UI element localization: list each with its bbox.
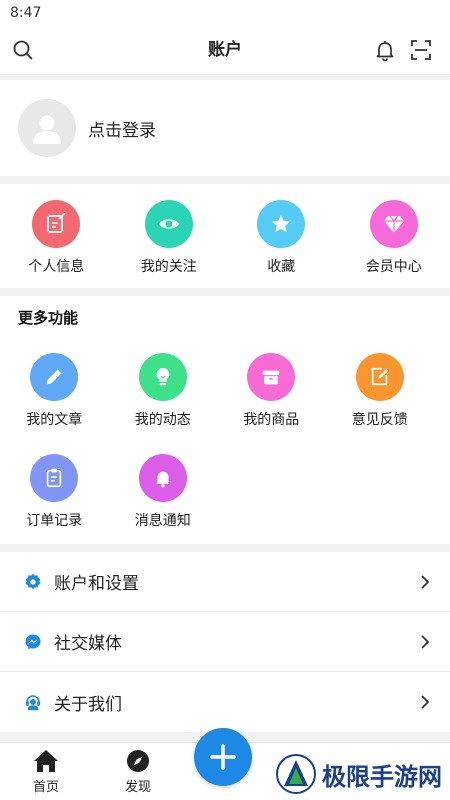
bulb-icon — [138, 353, 187, 401]
gear-icon — [25, 573, 41, 589]
messenger-icon — [25, 634, 41, 649]
more-grid: 我的文章 我的动态 我的商品 意见反馈 订单记录 消息通知 — [0, 353, 450, 555]
more-item-label: 消息通知 — [134, 513, 191, 529]
status-bar: 8:47 — [0, 0, 450, 26]
tab-discover[interactable]: 发现 — [92, 743, 184, 800]
quick-item-label: 收藏 — [267, 259, 296, 275]
more-item-feedback[interactable]: 意见反馈 — [326, 353, 435, 454]
diamond-icon — [369, 200, 418, 248]
quick-item-label: 会员中心 — [365, 259, 422, 275]
tab-label: 首页 — [32, 780, 59, 795]
quick-item-favorites[interactable]: 收藏 — [225, 200, 338, 288]
eye-icon — [144, 200, 193, 248]
more-item-label: 我的文章 — [26, 412, 83, 428]
chevron-right-icon — [421, 575, 430, 589]
tab-home[interactable]: 首页 — [0, 743, 92, 800]
menu-row-about-us[interactable]: 关于我们 — [0, 672, 450, 732]
box-icon — [247, 353, 296, 401]
user-icon — [33, 115, 61, 144]
watermark: 极限手游网 — [276, 754, 442, 794]
support-icon — [25, 695, 41, 711]
home-icon — [34, 750, 58, 772]
more-item-orders[interactable]: 订单记录 — [0, 454, 109, 555]
more-item-moments[interactable]: 我的动态 — [109, 353, 218, 454]
avatar[interactable] — [18, 99, 76, 157]
quick-item-profile[interactable]: 个人信息 — [0, 200, 113, 288]
tab-label: 发现 — [124, 780, 151, 795]
clipboard-icon — [30, 454, 79, 502]
settings-menu: 账户和设置 社交媒体 关于我们 — [0, 552, 450, 732]
quick-actions: 个人信息 我的关注 收藏 会员中心 — [0, 184, 450, 288]
top-bar: 账户 — [0, 26, 450, 74]
add-button[interactable] — [194, 728, 252, 786]
star-icon — [257, 200, 306, 248]
menu-row-account-settings[interactable]: 账户和设置 — [0, 552, 450, 612]
menu-label: 关于我们 — [54, 694, 122, 715]
login-label[interactable]: 点击登录 — [88, 116, 156, 141]
more-item-label: 我的商品 — [243, 412, 300, 428]
bell-icon[interactable] — [373, 38, 397, 62]
menu-label: 账户和设置 — [54, 574, 139, 594]
more-item-label: 我的动态 — [134, 412, 191, 428]
watermark-text: 极限手游网 — [322, 761, 442, 791]
bell-icon — [138, 454, 187, 502]
menu-label: 社交媒体 — [54, 634, 122, 654]
more-item-articles[interactable]: 我的文章 — [0, 353, 109, 454]
scan-icon[interactable] — [409, 38, 433, 62]
more-item-label: 订单记录 — [26, 513, 83, 529]
more-item-products[interactable]: 我的商品 — [217, 353, 326, 454]
quick-item-follow[interactable]: 我的关注 — [113, 200, 226, 288]
more-functions: 更多功能 我的文章 我的动态 我的商品 意见反馈 订单记录 消息通知 — [0, 296, 450, 544]
quick-item-label: 我的关注 — [140, 259, 197, 275]
more-item-label: 意见反馈 — [351, 412, 408, 428]
feedback-icon — [355, 353, 404, 401]
plus-icon — [210, 744, 236, 770]
more-item-notifications[interactable]: 消息通知 — [109, 454, 218, 555]
edit-icon — [32, 200, 81, 248]
status-time: 8:47 — [10, 5, 42, 21]
watermark-logo-icon — [276, 754, 316, 794]
quick-item-vip[interactable]: 会员中心 — [338, 200, 450, 288]
chevron-right-icon — [421, 695, 430, 709]
pencil-icon — [30, 353, 79, 401]
more-title: 更多功能 — [18, 309, 79, 327]
menu-row-social-media[interactable]: 社交媒体 — [0, 612, 450, 672]
login-card[interactable]: 点击登录 — [0, 80, 450, 176]
chevron-right-icon — [421, 635, 430, 649]
compass-icon — [127, 750, 149, 772]
quick-item-label: 个人信息 — [28, 259, 85, 275]
